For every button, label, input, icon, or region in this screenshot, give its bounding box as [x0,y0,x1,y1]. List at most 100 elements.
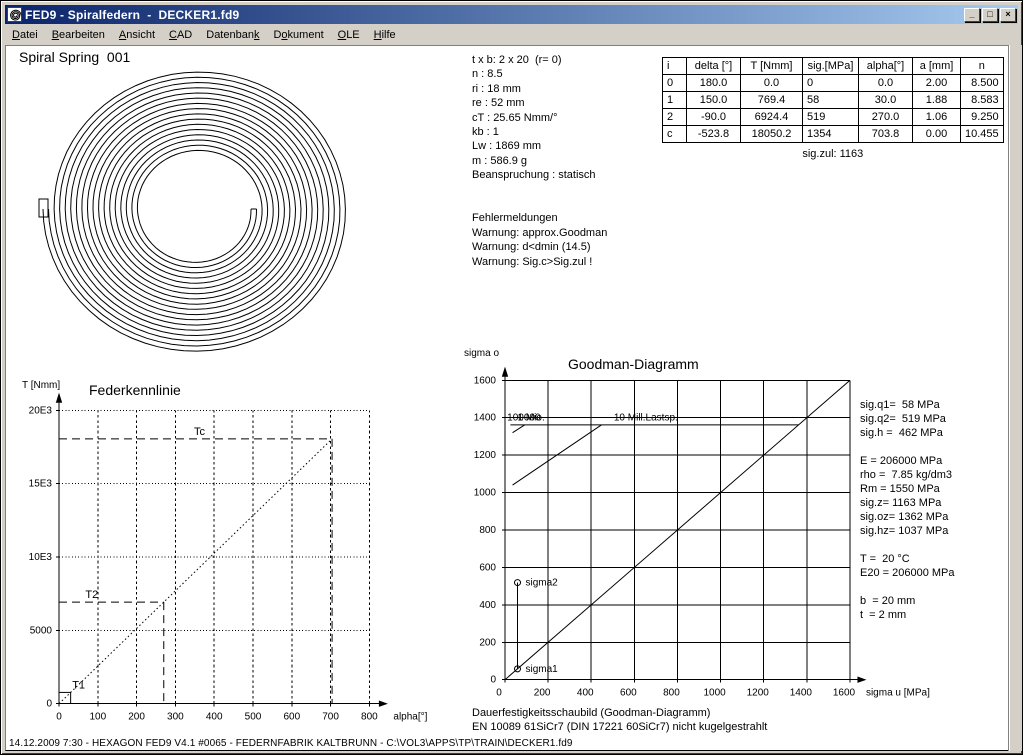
table-cell: 769.4 [741,92,803,109]
text-line: cT : 25.65 Nmm/° [472,111,607,125]
table-cell: 1 [663,92,687,109]
report-client-area: Spiral Spring 001 t x b: 2 x 20 (r= 0)n … [5,45,1008,751]
svg-text:alpha[°]: alpha[°] [393,712,427,723]
title-bar[interactable]: FED9 - Spiralfedern - DECKER1.fd9 _ □ × [5,5,1018,24]
table-cell: 18050.2 [741,126,803,143]
window-title: FED9 - Spiralfedern - DECKER1.fd9 [25,8,239,22]
svg-text:1 Mio.: 1 Mio. [518,413,545,424]
svg-text:15E3: 15E3 [29,479,53,490]
text-line: sig.oz= 1362 MPa [860,510,955,524]
text-line: n : 8.5 [472,67,607,81]
svg-text:1400: 1400 [790,688,813,699]
maximize-button[interactable]: □ [982,8,998,22]
table-cell: 8.500 [961,75,1004,92]
text-line: sig.h = 462 MPa [860,426,955,440]
svg-text:800: 800 [663,688,680,699]
spiral-spring-drawing [27,52,372,367]
table-cell: -523.8 [687,126,741,143]
text-line: E20 = 206000 MPa [860,566,955,580]
svg-text:200: 200 [128,712,145,723]
table-row: 0180.00.000.02.008.500 [663,75,1004,92]
table-cell: 703.8 [859,126,913,143]
table-cell: 1.88 [913,92,961,109]
text-line: kb : 1 [472,125,607,139]
svg-text:1600: 1600 [474,375,497,386]
close-button[interactable]: × [1000,8,1016,22]
svg-text:sigma1: sigma1 [526,664,559,675]
text-line [472,183,607,197]
svg-text:20E3: 20E3 [29,405,53,416]
text-line: b = 20 mm [860,594,955,608]
svg-text:400: 400 [479,600,496,611]
app-window: FED9 - Spiralfedern - DECKER1.fd9 _ □ × … [0,0,1023,755]
svg-text:1600: 1600 [833,688,856,699]
col-header: T [Nmm] [741,58,803,75]
table-cell: c [663,126,687,143]
text-line [860,440,955,454]
table-cell: 10.455 [961,126,1004,143]
menu-item-bearbeiten[interactable]: Bearbeiten [45,27,112,43]
svg-text:Tc: Tc [194,426,206,438]
menu-bar: DateiBearbeitenAnsichtCADDatenbankDokume… [5,26,1018,44]
federkennlinie-chart: 01002003004005006007008000500010E315E320… [5,372,462,740]
svg-text:1000: 1000 [474,488,497,499]
table-cell: 8.583 [961,92,1004,109]
table-cell: 0.0 [741,75,803,92]
menu-item-dokument[interactable]: Dokument [266,27,330,43]
material-info-block: sig.q1= 58 MPasig.q2= 519 MPasig.h = 462… [860,398,955,622]
svg-text:0: 0 [56,712,62,723]
minimize-button[interactable]: _ [964,8,980,22]
text-line: E = 206000 MPa [860,454,955,468]
svg-text:1400: 1400 [474,413,497,424]
svg-text:sigma2: sigma2 [526,578,559,589]
col-header: delta [°] [687,58,741,75]
status-bar: 14.12.2009 7:30 - HEXAGON FED9 V4.1 #006… [9,738,573,749]
svg-text:1200: 1200 [747,688,770,699]
menu-item-cad[interactable]: CAD [162,27,199,43]
text-line [472,197,607,211]
text-line: rho = 7.85 kg/dm3 [860,468,955,482]
col-header: n [961,58,1004,75]
svg-text:200: 200 [479,637,496,648]
menu-item-ansicht[interactable]: Ansicht [112,27,162,43]
svg-text:800: 800 [479,525,496,536]
menu-item-datenbank[interactable]: Datenbank [199,27,266,43]
text-line: Warnung: d<dmin (14.5) [472,240,607,254]
goodman-caption-line1: Dauerfestigkeitsschaubild (Goodman-Diagr… [472,707,710,719]
svg-text:Goodman-Diagramm: Goodman-Diagramm [568,356,699,372]
svg-text:400: 400 [206,712,223,723]
svg-text:200: 200 [534,688,551,699]
svg-text:Federkennlinie: Federkennlinie [89,382,181,398]
svg-text:1000: 1000 [703,688,726,699]
menu-item-datei[interactable]: Datei [5,27,45,43]
svg-text:T [Nmm]: T [Nmm] [22,380,60,391]
table-cell: 270.0 [859,109,913,126]
menu-item-ole[interactable]: OLE [331,27,367,43]
svg-text:0: 0 [46,699,52,710]
svg-text:600: 600 [620,688,637,699]
table-cell: 2 [663,109,687,126]
svg-text:10 Mill.Lastsp.: 10 Mill.Lastsp. [614,413,678,424]
svg-text:600: 600 [283,712,300,723]
text-line: Rm = 1550 MPa [860,482,955,496]
text-line: m : 586.9 g [472,154,607,168]
svg-text:300: 300 [167,712,184,723]
text-line: re : 52 mm [472,96,607,110]
right-scrollbar-track [1008,45,1023,751]
table-row: 1150.0769.45830.01.888.583 [663,92,1004,109]
text-line [860,580,955,594]
menu-item-hilfe[interactable]: Hilfe [367,27,403,43]
table-cell: 9.250 [961,109,1004,126]
table-cell: 2.00 [913,75,961,92]
goodman-caption-line2: EN 10089 61SiCr7 (DIN 17221 60SiCr7) nic… [472,721,767,733]
text-line [860,538,955,552]
svg-text:sigma u [MPa]: sigma u [MPa] [866,688,930,699]
table-cell: 180.0 [687,75,741,92]
text-line: Lw : 1869 mm [472,139,607,153]
text-line: Beanspruchung : statisch [472,168,607,182]
svg-text:10E3: 10E3 [29,552,53,563]
svg-text:sigma o: sigma o [464,348,499,359]
svg-text:400: 400 [577,688,594,699]
text-line: sig.q2= 519 MPa [860,412,955,426]
sig-zul-note: sig.zul: 1163 [662,148,1004,160]
